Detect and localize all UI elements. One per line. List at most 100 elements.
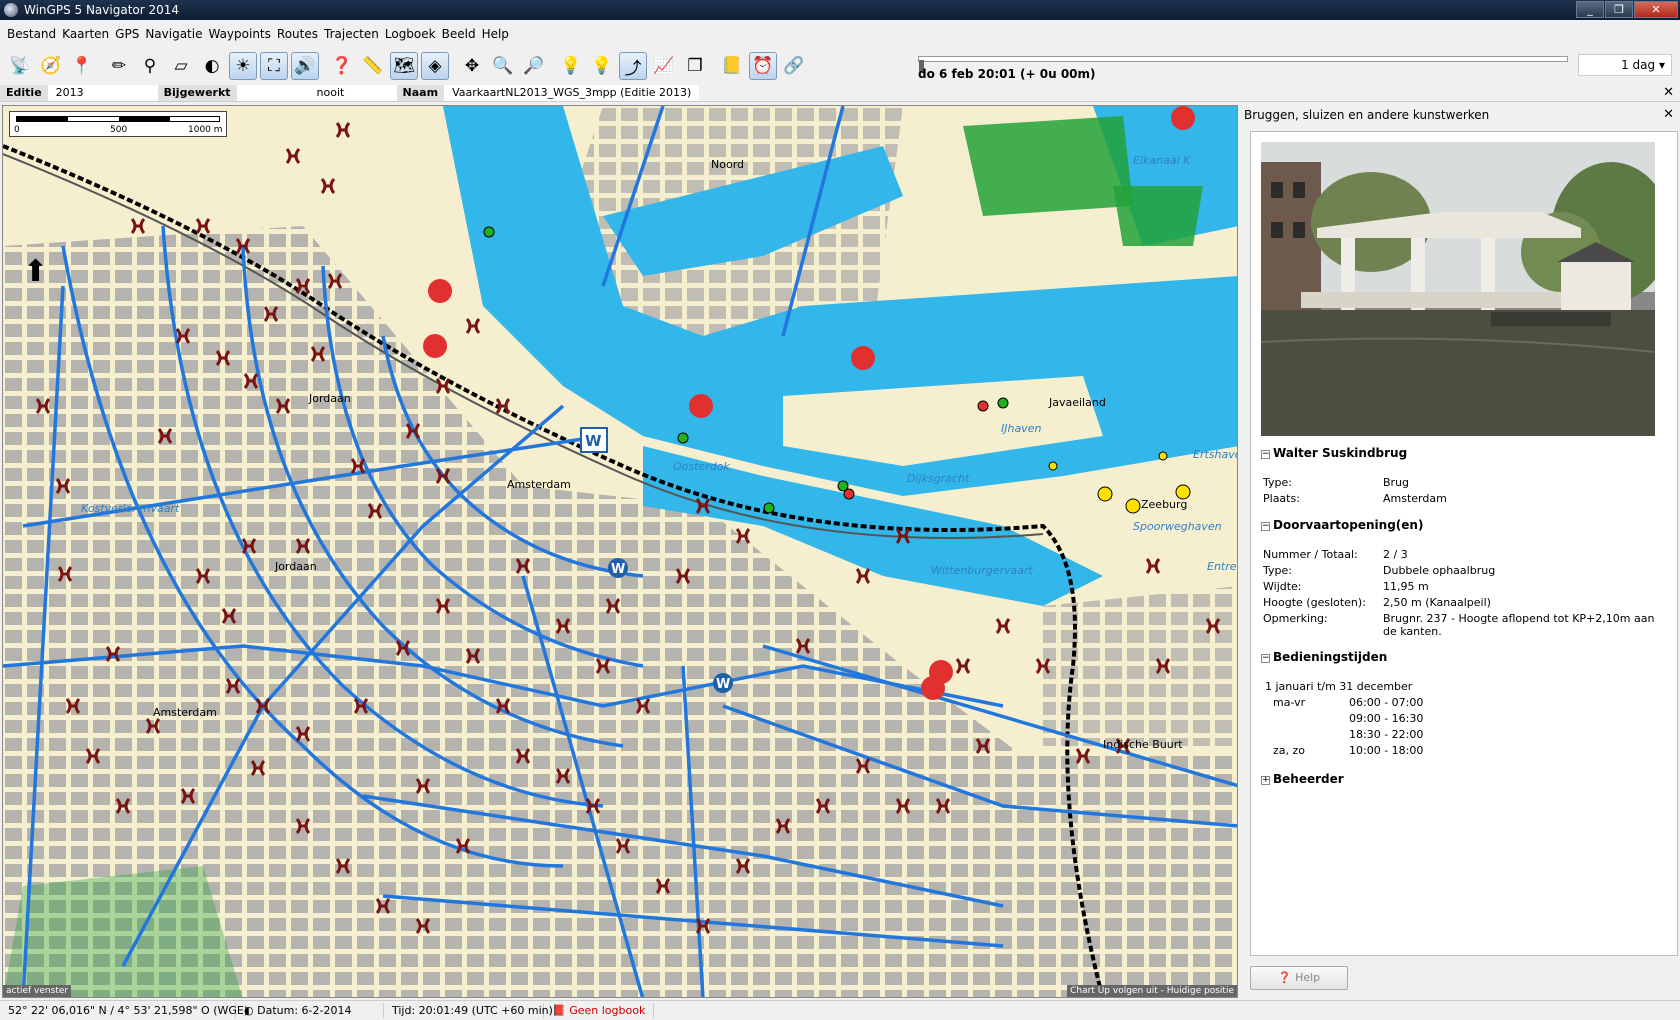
route-icon[interactable]: ⚲ — [136, 52, 164, 80]
section-hours[interactable]: − Bedieningstijden — [1261, 650, 1387, 664]
map-label-kostverlorenvaart: Kostverlorenvaart — [81, 502, 180, 515]
status-bar: 52° 22' 06,016" N / 4° 53' 21,598" O (WG… — [0, 1000, 1680, 1020]
time-text: do 6 feb 20:01 (+ 0u 00m) — [918, 67, 1096, 81]
menu-navigatie[interactable]: Navigatie — [142, 27, 205, 41]
map-label-zeeburg: Zeeburg — [1141, 498, 1188, 511]
status-date: ◐ Datum: 6-2-2014 — [236, 1002, 384, 1019]
close-button[interactable]: ✕ — [1634, 1, 1678, 18]
menu-kaarten[interactable]: Kaarten — [59, 27, 112, 41]
hours-title: Bedieningstijden — [1273, 650, 1388, 664]
hours-row: ma-vr 06:00 - 07:00 — [1273, 696, 1424, 709]
logbook-icon[interactable]: 📒 — [718, 52, 746, 80]
sound-icon[interactable]: 🔊 — [291, 52, 319, 80]
day-select-value: 1 dag — [1621, 58, 1656, 72]
status-logbook[interactable]: 📕 Geen logbook — [544, 1002, 655, 1019]
map-label-indische-buurt: Indische Buurt — [1103, 738, 1183, 751]
menu-bestand[interactable]: Bestand — [4, 27, 59, 41]
help-icon: ❓ — [1277, 971, 1292, 984]
instrument-icon[interactable]: 🧭 — [37, 52, 65, 80]
day-select[interactable]: 1 dag ▾ — [1578, 54, 1672, 76]
updated-label: Bijgewerkt — [157, 84, 237, 101]
gps-status-icon: ◐ — [244, 1003, 254, 1017]
map-label-amsterdam-2: Amsterdam — [153, 706, 217, 719]
link-icon[interactable]: 🔗 — [780, 52, 808, 80]
graph-icon[interactable]: 📈 — [650, 52, 678, 80]
ruler-icon[interactable]: 📏 — [359, 52, 387, 80]
menu-help[interactable]: Help — [479, 27, 512, 41]
bulb-on-icon[interactable]: 💡 — [588, 52, 616, 80]
gps-icon[interactable]: 📡 — [6, 52, 34, 80]
weather-icon[interactable]: ☀ — [229, 52, 257, 80]
map-label-jordaan-2: Jordaan — [275, 560, 317, 573]
updated-value: nooit — [236, 84, 397, 101]
bulb-off-icon[interactable]: 💡 — [557, 52, 585, 80]
bridge-photo — [1261, 142, 1655, 436]
maximize-button[interactable]: ❐ — [1605, 1, 1633, 18]
map-label-javaeiland: Javaeiland — [1049, 396, 1106, 409]
map-label-entre: Entre — [1207, 560, 1237, 573]
section-openings[interactable]: − Doorvaartopening(en) — [1261, 518, 1423, 532]
window-title: WinGPS 5 Navigator 2014 — [24, 3, 180, 17]
menu-logboek[interactable]: Logboek — [382, 27, 439, 41]
measure-icon[interactable]: ✏ — [105, 52, 133, 80]
openings-title: Doorvaartopening(en) — [1273, 518, 1424, 532]
hours-period: 1 januari t/m 31 december — [1265, 680, 1413, 693]
map-label-wittenburgervaart: Wittenburgervaart — [931, 564, 1033, 577]
time-slider[interactable] — [918, 56, 1568, 72]
map-canvas[interactable]: W W W — [3, 106, 1238, 998]
bridge-info-panel: Bruggen, sluizen en andere kunstwerken ✕ — [1240, 105, 1680, 998]
hours-row: 18:30 - 22:00 — [1349, 728, 1424, 741]
zoom-out-icon[interactable]: 🔎 — [520, 52, 548, 80]
panel-header: Bruggen, sluizen en andere kunstwerken ✕ — [1240, 105, 1680, 125]
panel-content: − Walter Suskindbrug Type: Brug Plaats: Ams… — [1250, 131, 1678, 956]
waypoint-add-icon[interactable]: 📍 — [68, 52, 96, 80]
map-label-dijksgracht: Dijksgracht — [907, 472, 970, 485]
chart-info-bar: Editie 2013 Bijgewerkt nooit Naam Vaarka… — [0, 84, 1680, 102]
section-manager[interactable]: + Beheerder — [1261, 772, 1344, 786]
zoom-in-icon[interactable]: 🔍 — [489, 52, 517, 80]
hours-row: 09:00 - 16:30 — [1349, 712, 1424, 725]
map-label-amsterdam: Amsterdam — [507, 478, 571, 491]
status-coords: 52° 22' 06,016" N / 4° 53' 21,598" O (WG… — [0, 1002, 248, 1019]
bridge-name: Walter Suskindbrug — [1273, 446, 1408, 460]
infobar-close-icon[interactable]: ✕ — [1663, 85, 1674, 100]
menu-bar: Bestand Kaarten GPS Navigatie Waypoints … — [0, 24, 1680, 44]
help-button[interactable]: ❓ Help — [1250, 966, 1348, 990]
scale-bar: 0 500 1000 m — [9, 111, 227, 137]
track-icon[interactable]: ⤴ — [619, 52, 647, 80]
menu-beeld[interactable]: Beeld — [439, 27, 479, 41]
panel-close-icon[interactable]: ✕ — [1663, 105, 1674, 125]
layers-icon[interactable]: ❐ — [681, 52, 709, 80]
menu-waypoints[interactable]: Waypoints — [205, 27, 273, 41]
chart-map[interactable]: W W W 0 500 1000 m ⬆ Noord Jordaan Amste… — [2, 105, 1238, 998]
edition-label: Editie — [0, 84, 48, 101]
map-label-oosterdok: Oosterdok — [673, 460, 730, 473]
help-icon[interactable]: ❓ — [328, 52, 356, 80]
pan-icon[interactable]: ✥ — [458, 52, 486, 80]
svg-text:W: W — [716, 677, 730, 692]
menu-routes[interactable]: Routes — [274, 27, 321, 41]
clock-icon[interactable]: ⏰ — [749, 52, 777, 80]
diamond-icon[interactable]: ◈ — [421, 52, 449, 80]
manager-title: Beheerder — [1273, 772, 1344, 786]
menu-gps[interactable]: GPS — [112, 27, 142, 41]
section-bridge-name[interactable]: − Walter Suskindbrug — [1261, 446, 1407, 460]
scale-label-1000: 1000 m — [188, 125, 223, 135]
name-label: Naam — [396, 84, 445, 101]
bridge-icon[interactable]: ⛶ — [260, 52, 288, 80]
scale-label-0: 0 — [14, 125, 20, 135]
map-label-jordaan: Jordaan — [309, 392, 351, 405]
edition-value: 2013 — [47, 84, 158, 101]
menu-trajecten[interactable]: Trajecten — [321, 27, 382, 41]
status-time: Tijd: 20:01:49 (UTC +60 min) — [384, 1002, 553, 1019]
app-icon — [4, 3, 18, 17]
moon-icon[interactable]: ◐ — [198, 52, 226, 80]
scale-label-500: 500 — [110, 125, 128, 135]
map-label-noord: Noord — [711, 158, 744, 171]
north-arrow-icon: ⬆ — [23, 254, 49, 289]
panel-title: Bruggen, sluizen en andere kunstwerken — [1244, 108, 1490, 122]
logbook-icon: 📕 — [552, 1003, 566, 1017]
chart-icon[interactable]: 🗺 — [390, 52, 418, 80]
eraser-icon[interactable]: ▱ — [167, 52, 195, 80]
minimize-button[interactable]: _ — [1576, 1, 1604, 18]
